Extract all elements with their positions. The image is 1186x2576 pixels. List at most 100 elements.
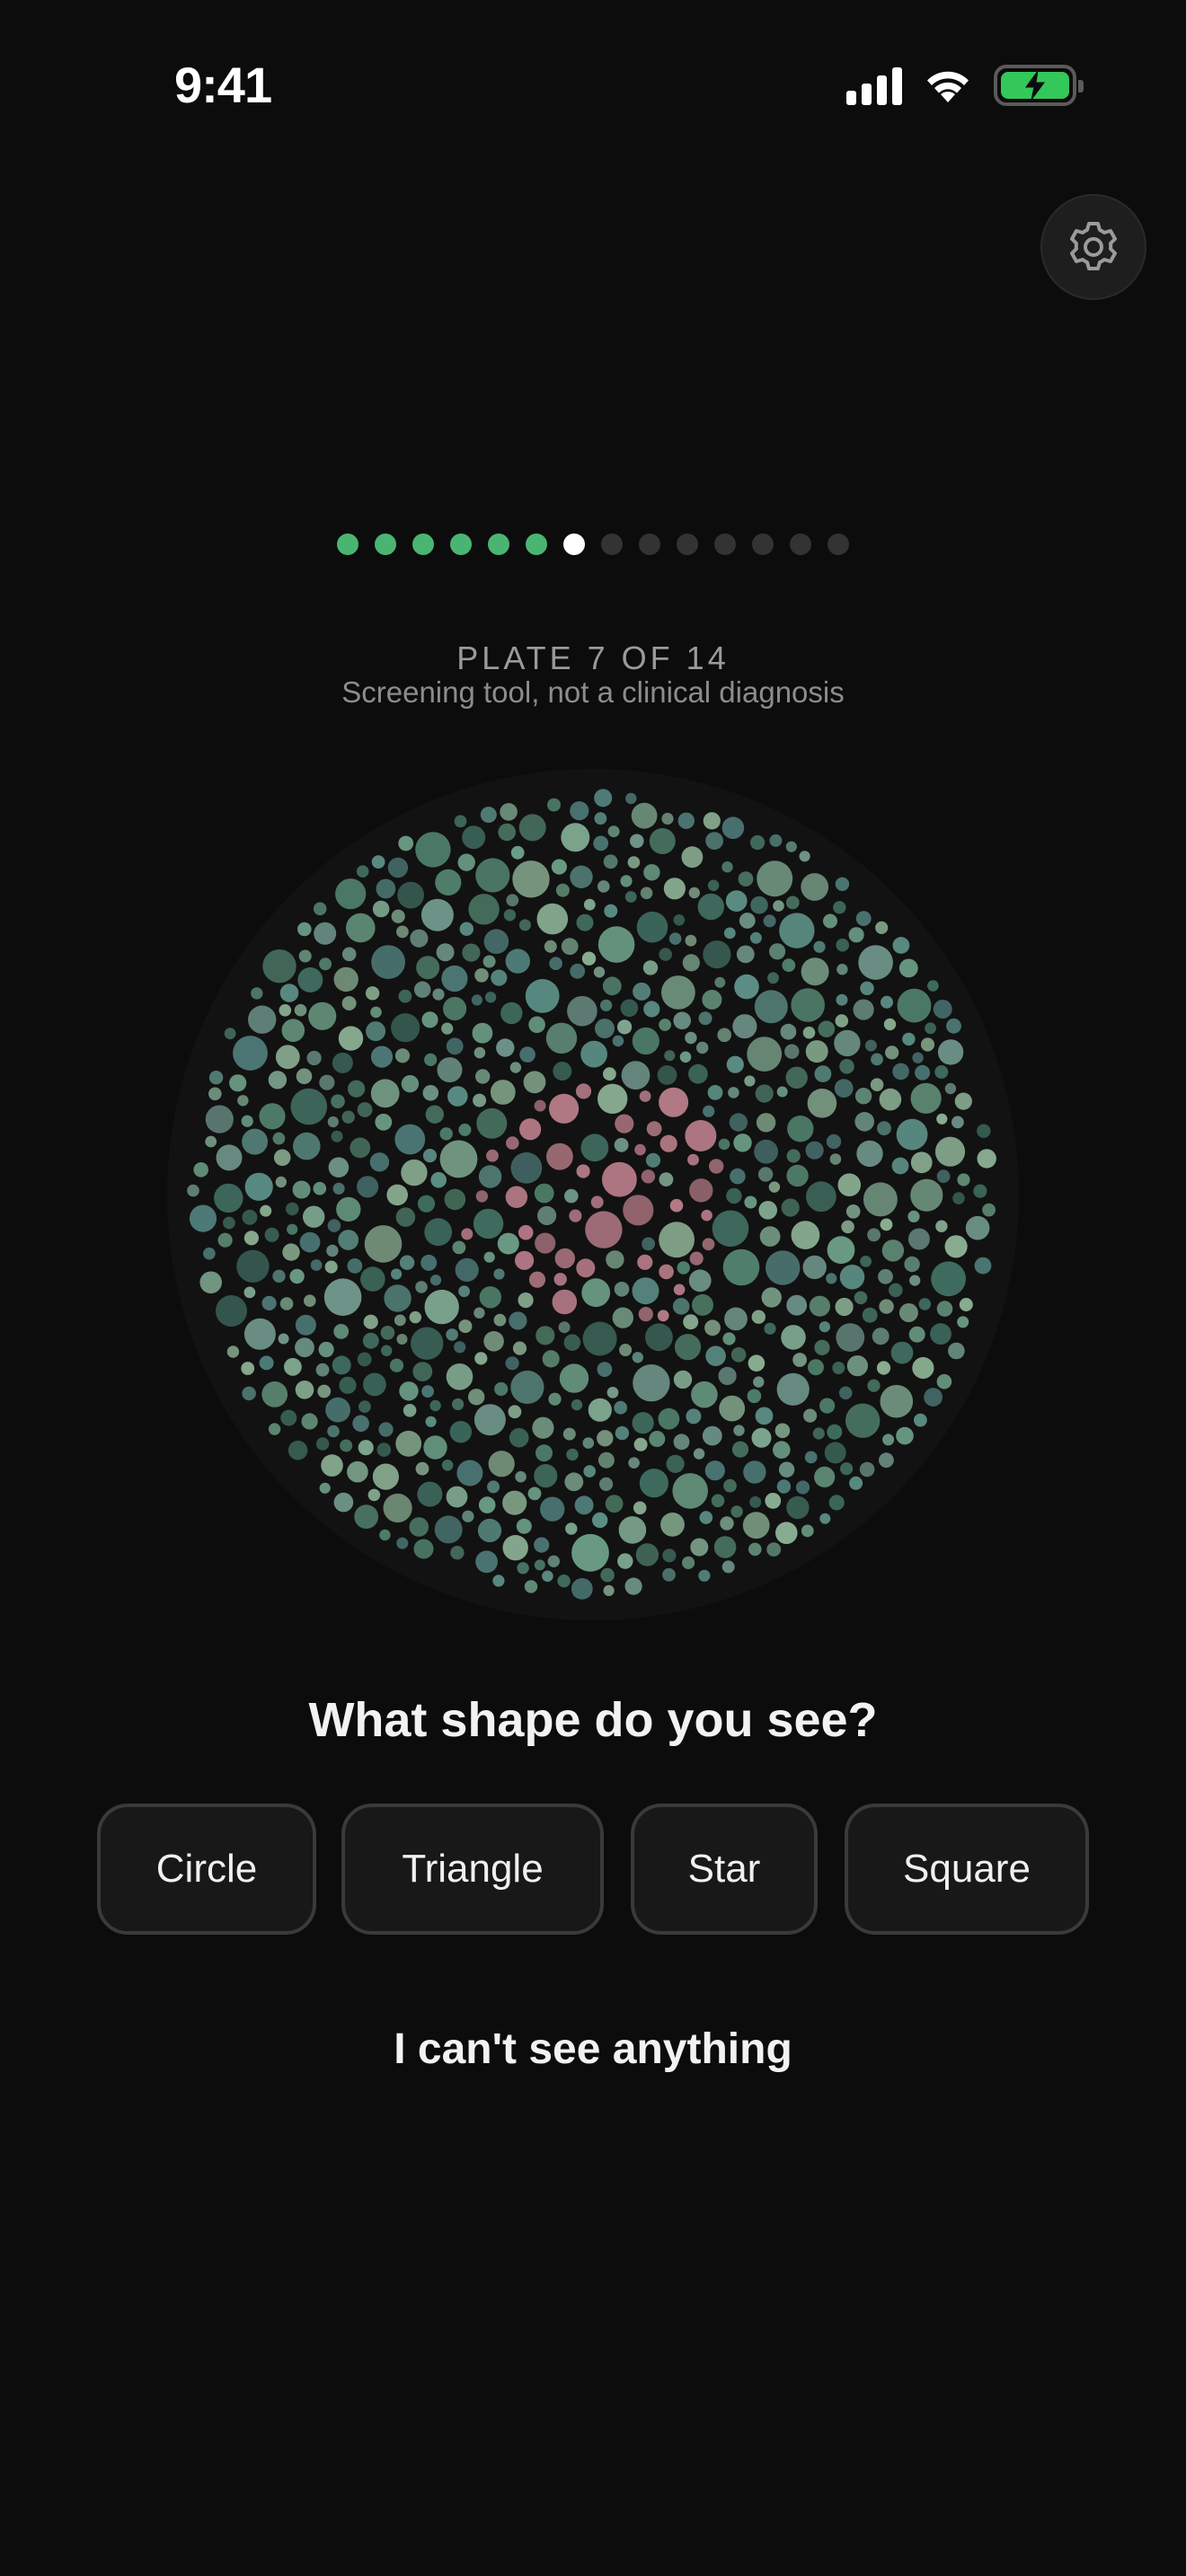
plate-dot <box>416 956 440 980</box>
plate-dot <box>748 1354 766 1372</box>
plate-dot <box>378 1422 394 1437</box>
plate-dot <box>295 1381 314 1399</box>
plate-dot <box>339 1376 357 1394</box>
plate-dot <box>290 1088 328 1125</box>
plate-dot <box>441 965 468 992</box>
plate-dot <box>722 1332 736 1345</box>
plate-dot <box>663 878 686 900</box>
plate-dot <box>732 1014 757 1039</box>
plate-dot <box>673 1011 691 1030</box>
plate-dot <box>421 1011 438 1028</box>
cant-see-anything-button[interactable]: I can't see anything <box>0 2025 1186 2074</box>
option-star-button[interactable]: Star <box>631 1804 818 1935</box>
plate-dot <box>458 1285 470 1298</box>
plate-dot <box>660 1513 685 1537</box>
plate-dot <box>313 902 327 916</box>
plate-dot <box>304 1294 316 1307</box>
plate-dot <box>454 815 467 828</box>
plate-dot <box>370 1006 382 1019</box>
plate-dot <box>835 1014 849 1028</box>
plate-dot <box>449 1421 472 1443</box>
plate-dot <box>805 1141 824 1160</box>
plate-dot <box>758 1201 777 1220</box>
plate-dot <box>779 913 815 948</box>
plate-dot <box>814 1466 836 1487</box>
plate-dot <box>891 1157 909 1175</box>
plate-dot <box>774 1423 791 1439</box>
plate-dot <box>814 1339 830 1355</box>
plate-dot <box>399 1381 419 1401</box>
plate-dot <box>719 1395 746 1422</box>
plate-dot <box>323 1278 362 1316</box>
plate-dot <box>441 1460 454 1471</box>
plate-dot <box>516 1518 532 1534</box>
plate-dot <box>881 1239 905 1262</box>
plate-dot <box>633 1437 648 1451</box>
plate-dot <box>785 1066 808 1089</box>
plate-dot <box>896 1426 914 1445</box>
plate-dot <box>332 1052 353 1073</box>
plate-dot <box>750 834 766 851</box>
plate-dot <box>597 1362 613 1377</box>
option-triangle-button[interactable]: Triangle <box>341 1804 604 1935</box>
option-circle-button[interactable]: Circle <box>97 1804 316 1935</box>
plate-dot <box>726 1055 744 1073</box>
plate-dot <box>848 927 864 943</box>
plate-dot <box>666 1454 685 1473</box>
settings-button[interactable] <box>1040 194 1146 300</box>
plate-dot <box>837 1173 862 1196</box>
plate-dot <box>658 1407 680 1430</box>
plate-dot <box>338 1230 359 1250</box>
plate-dot <box>659 1172 674 1187</box>
plate-dot <box>876 1361 891 1375</box>
plate-dot <box>502 1490 527 1515</box>
plate-dot <box>854 1291 868 1305</box>
plate-dot <box>380 1326 395 1340</box>
plate-dot <box>226 1345 240 1358</box>
option-square-button[interactable]: Square <box>845 1804 1089 1935</box>
plate-dot <box>420 898 454 931</box>
plate-dot <box>712 1210 749 1248</box>
plate-dot <box>673 1370 693 1389</box>
plate-dot <box>881 995 893 1009</box>
plate-dot <box>559 1363 589 1393</box>
plate-dot <box>474 968 489 983</box>
status-bar: 9:41 <box>0 0 1186 171</box>
plate-dot <box>673 1434 690 1451</box>
plate-dot <box>672 1473 708 1509</box>
plate-dot <box>812 1427 825 1440</box>
plate-dot <box>409 1517 429 1537</box>
plate-dot <box>853 999 874 1020</box>
plate-dot <box>936 1301 953 1317</box>
plate-dot <box>677 1261 690 1275</box>
plate-dot <box>473 1093 487 1107</box>
plate-dot <box>417 1195 436 1213</box>
plate-dot <box>944 1082 957 1095</box>
plate-dot <box>603 1067 616 1081</box>
plate-dot <box>409 1310 421 1324</box>
plate-dot <box>494 1381 509 1397</box>
progress-dot <box>526 534 547 555</box>
plate-dot <box>785 841 797 852</box>
plate-dot <box>692 1293 713 1316</box>
plate-dot <box>488 1451 515 1478</box>
plate-dot <box>553 1062 572 1081</box>
plate-dot <box>782 958 796 973</box>
plate-dot <box>718 1366 737 1385</box>
plate-dot <box>415 832 451 868</box>
plate-label: PLATE 7 OF 14 <box>456 640 730 676</box>
plate-dot <box>286 1202 299 1216</box>
plate-dot <box>509 1062 522 1073</box>
plate-dot <box>681 846 704 869</box>
plate-dot <box>826 1273 837 1284</box>
plate-dot <box>824 1442 846 1464</box>
plate-dot <box>534 1099 546 1112</box>
plate-dot <box>340 1439 353 1452</box>
plate-dot <box>548 1392 562 1406</box>
plate-dot <box>720 1516 734 1531</box>
plate-dot <box>936 1113 948 1125</box>
plate-dot <box>333 1324 350 1339</box>
plate-dot <box>242 1209 258 1225</box>
plate-dot <box>709 1159 724 1174</box>
plate-dot <box>912 1356 934 1380</box>
